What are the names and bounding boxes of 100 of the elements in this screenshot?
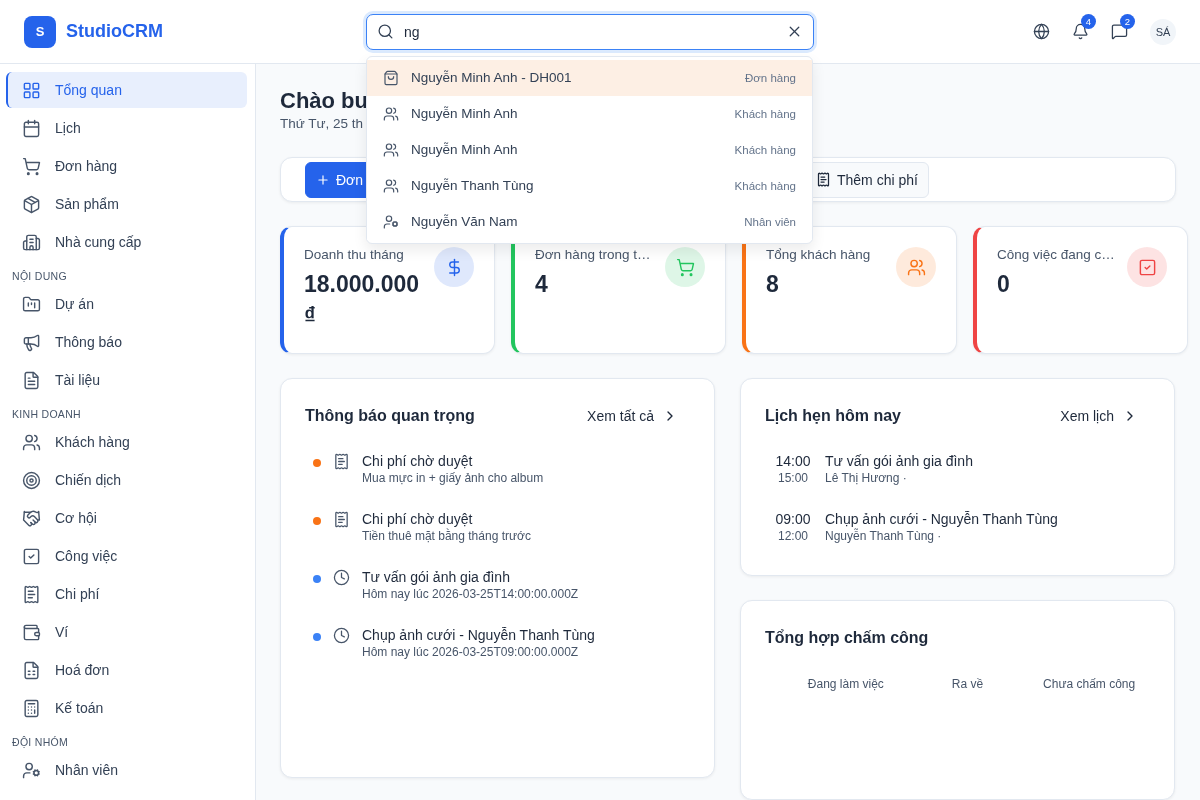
- notification-count: 4: [1081, 14, 1096, 29]
- stat-label: Đơn hàng trong t…: [535, 247, 652, 262]
- search-field[interactable]: ng: [402, 22, 778, 41]
- grid-icon: [22, 80, 41, 100]
- sidebar-section-title: KINH DOANH: [11, 407, 82, 422]
- receipt-icon: [333, 511, 350, 528]
- brand-name: StudioCRM: [66, 21, 163, 42]
- notice-title: Chi phí chờ duyệt: [362, 511, 474, 527]
- users-icon: [383, 177, 399, 194]
- bag-icon: [383, 69, 399, 86]
- clock-icon: [333, 569, 350, 586]
- sidebar-item[interactable]: Dự án: [6, 286, 247, 322]
- notice-detail: Hôm nay lúc 2026-03-25T09:00:00.000Z: [362, 645, 580, 659]
- end-time: 12:00: [778, 529, 808, 543]
- appointment-person: Nguyễn Thanh Tùng ·: [825, 529, 943, 543]
- view-calendar-link[interactable]: Xem lịch: [1060, 408, 1150, 424]
- message-count: 2: [1120, 14, 1135, 29]
- stat-value: 18.000.000 ₫: [304, 270, 421, 332]
- user-gear-icon: [383, 213, 399, 230]
- appointment-title: Tư vấn gói ảnh gia đình: [825, 453, 973, 469]
- sidebar-section-title: NỘI DUNG: [11, 269, 68, 284]
- target-icon: [22, 470, 41, 490]
- view-all-link[interactable]: Xem tất cả: [587, 408, 690, 424]
- sidebar-item[interactable]: Ví: [6, 614, 247, 650]
- folder-icon: [22, 294, 41, 314]
- search-result[interactable]: Nguyễn Minh Anh Khách hàng: [367, 95, 812, 132]
- file-icon: [22, 370, 41, 390]
- appointment-person: Lê Thị Hương ·: [825, 471, 908, 485]
- sidebar-item[interactable]: Khách hàng: [6, 424, 247, 460]
- sidebar-item[interactable]: Thông báo: [6, 324, 247, 360]
- calendar-icon: [22, 118, 41, 138]
- logo[interactable]: S: [24, 15, 56, 48]
- appointment-title: Chụp ảnh cưới - Nguyễn Thanh Tùng: [825, 511, 1058, 527]
- stat-value: 4: [535, 270, 549, 299]
- attendance-column-label: Ra về: [950, 677, 985, 691]
- building-icon: [22, 232, 41, 252]
- check-icon: [1137, 257, 1157, 277]
- notice-title: Chi phí chờ duyệt: [362, 453, 474, 469]
- sidebar-item[interactable]: Hoá đơn: [6, 652, 247, 688]
- sidebar-item[interactable]: Tổng quan: [6, 72, 247, 108]
- sidebar-item[interactable]: Chi phí: [6, 576, 247, 612]
- start-time: 14:00: [775, 453, 811, 469]
- megaphone-icon: [22, 332, 41, 352]
- users-icon: [22, 432, 41, 452]
- receipt-icon: [816, 172, 831, 187]
- search-result[interactable]: Nguyễn Minh Anh - DH001 Đơn hàng: [367, 59, 812, 96]
- notice-title: Tư vấn gói ảnh gia đình: [362, 569, 511, 585]
- users-icon: [906, 257, 926, 277]
- date-text: Thứ Tư, 25 th: [280, 116, 364, 131]
- search-box[interactable]: ng: [366, 13, 814, 50]
- sidebar-item[interactable]: Nhà cung cấp: [6, 224, 247, 260]
- sidebar-item[interactable]: Nhân viên: [6, 752, 247, 788]
- check-icon: [22, 546, 41, 566]
- clock-icon: [333, 627, 350, 644]
- greeting-title: Chào bu: [280, 88, 368, 114]
- search-result[interactable]: Nguyễn Văn Nam Nhân viên: [367, 203, 812, 240]
- notice-title: Chụp ảnh cưới - Nguyễn Thanh Tùng: [362, 627, 595, 643]
- search-result[interactable]: Nguyễn Minh Anh Khách hàng: [367, 131, 812, 168]
- globe-icon: [1033, 23, 1050, 40]
- calculator-icon: [22, 698, 41, 718]
- users-icon: [383, 105, 399, 122]
- end-time: 15:00: [778, 471, 808, 485]
- plus-icon: [316, 172, 330, 187]
- stat-value: 0: [997, 270, 1011, 299]
- sidebar-item[interactable]: Sản phẩm: [6, 186, 247, 222]
- handshake-icon: [22, 508, 41, 528]
- notice-detail: Hôm nay lúc 2026-03-25T14:00:00.000Z: [362, 587, 579, 601]
- sidebar-item[interactable]: Công việc: [6, 538, 247, 574]
- stat-label: Công việc đang c…: [997, 247, 1116, 262]
- receipt-icon: [333, 453, 350, 470]
- attendance-column-label: Đang làm việc: [806, 677, 885, 691]
- notice-detail: Mua mực in + giấy ảnh cho album: [362, 471, 544, 485]
- sidebar-item[interactable]: Đơn hàng: [6, 148, 247, 184]
- sidebar-item[interactable]: Kế toán: [6, 690, 247, 726]
- sidebar-item[interactable]: Cơ hội: [6, 500, 247, 536]
- stat-label: Doanh thu tháng: [304, 247, 405, 262]
- sidebar-item[interactable]: Chiến dịch: [6, 462, 247, 498]
- usercog-icon: [22, 760, 41, 780]
- user-avatar[interactable]: SÁ: [1150, 18, 1176, 45]
- sheet-icon: [22, 660, 41, 680]
- stat-value: 8: [766, 270, 780, 299]
- bell-icon: [1072, 23, 1089, 40]
- wallet-icon: [22, 622, 41, 642]
- search-result[interactable]: Nguyễn Thanh Tùng Khách hàng: [367, 167, 812, 204]
- box-icon: [22, 194, 41, 214]
- sidebar-section-title: ĐỘI NHÓM: [11, 735, 70, 750]
- search-icon: [377, 23, 394, 40]
- notice-detail: Tiền thuê mặt bằng tháng trước: [362, 529, 531, 543]
- card-title: Lịch hẹn hôm nay: [765, 407, 901, 425]
- cart-icon: [22, 156, 41, 176]
- card-title: Tổng hợp chấm công: [765, 629, 929, 647]
- sidebar-item[interactable]: Tài liệu: [6, 362, 247, 398]
- sidebar-item[interactable]: Lịch: [6, 110, 247, 146]
- users-icon: [383, 141, 399, 158]
- attendance-column-label: Chưa chấm công: [1042, 677, 1137, 691]
- cart-icon: [675, 257, 695, 277]
- message-icon: [1111, 23, 1128, 40]
- card-title: Thông báo quan trọng: [305, 407, 475, 425]
- stat-label: Tổng khách hàng: [766, 247, 872, 262]
- receipt-icon: [22, 584, 41, 604]
